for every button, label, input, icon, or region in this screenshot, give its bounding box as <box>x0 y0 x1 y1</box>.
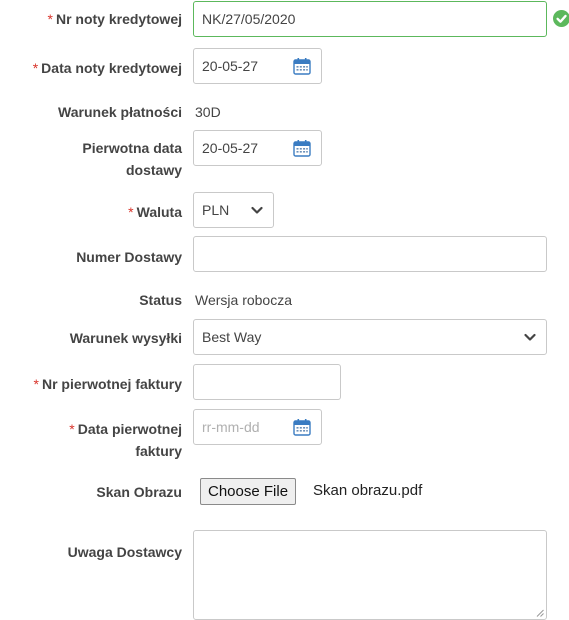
required-marker: * <box>33 376 39 392</box>
currency-select[interactable]: PLN <box>193 192 274 228</box>
calendar-icon[interactable] <box>293 139 311 157</box>
required-marker: * <box>32 60 39 76</box>
shipping-term-label: Warunek wysyłki <box>69 330 182 346</box>
supplier-note-textarea[interactable] <box>193 530 547 620</box>
image-scan-label: Skan Obrazu <box>96 484 182 500</box>
status-value: Wersja robocza <box>195 292 293 308</box>
supplier-note-label: Uwaga Dostawcy <box>67 544 182 560</box>
chevron-down-icon <box>251 206 263 214</box>
calendar-icon[interactable] <box>293 57 311 75</box>
file-name: Skan obrazu.pdf <box>313 482 423 499</box>
currency-label: * Waluta <box>128 204 182 220</box>
calendar-icon[interactable] <box>293 418 311 436</box>
credit-note-number-input[interactable]: NK/27/05/2020 <box>193 1 547 37</box>
payment-term-label: Warunek płatności <box>58 104 182 120</box>
original-invoice-date-label: * Data pierwotnej faktury <box>69 421 182 459</box>
credit-note-date-label: * Data noty kredytowej <box>32 60 182 76</box>
required-marker: * <box>47 11 53 27</box>
payment-term-value: 30D <box>195 104 221 120</box>
required-marker: * <box>128 204 134 220</box>
original-invoice-date-input[interactable]: rr-mm-dd <box>193 409 322 445</box>
credit-note-number-label: * Nr noty kredytowej <box>47 11 182 27</box>
status-label: Status <box>139 292 182 308</box>
check-circle-icon <box>553 10 569 27</box>
shipping-term-select[interactable]: Best Way <box>193 319 547 355</box>
required-marker: * <box>69 421 75 437</box>
original-delivery-date-input[interactable]: 20-05-27 <box>193 130 322 166</box>
original-invoice-number-input[interactable] <box>193 364 341 400</box>
delivery-number-input[interactable] <box>193 236 547 272</box>
resize-handle-icon[interactable] <box>536 609 544 617</box>
credit-note-date-input[interactable]: 20-05-27 <box>193 48 322 84</box>
chevron-down-icon <box>524 333 536 341</box>
original-delivery-date-label: Pierwotna data dostawy <box>82 140 182 178</box>
choose-file-button[interactable]: Choose File <box>200 478 297 505</box>
delivery-number-label: Numer Dostawy <box>76 249 182 265</box>
original-invoice-number-label: * Nr pierwotnej faktury <box>33 376 182 392</box>
